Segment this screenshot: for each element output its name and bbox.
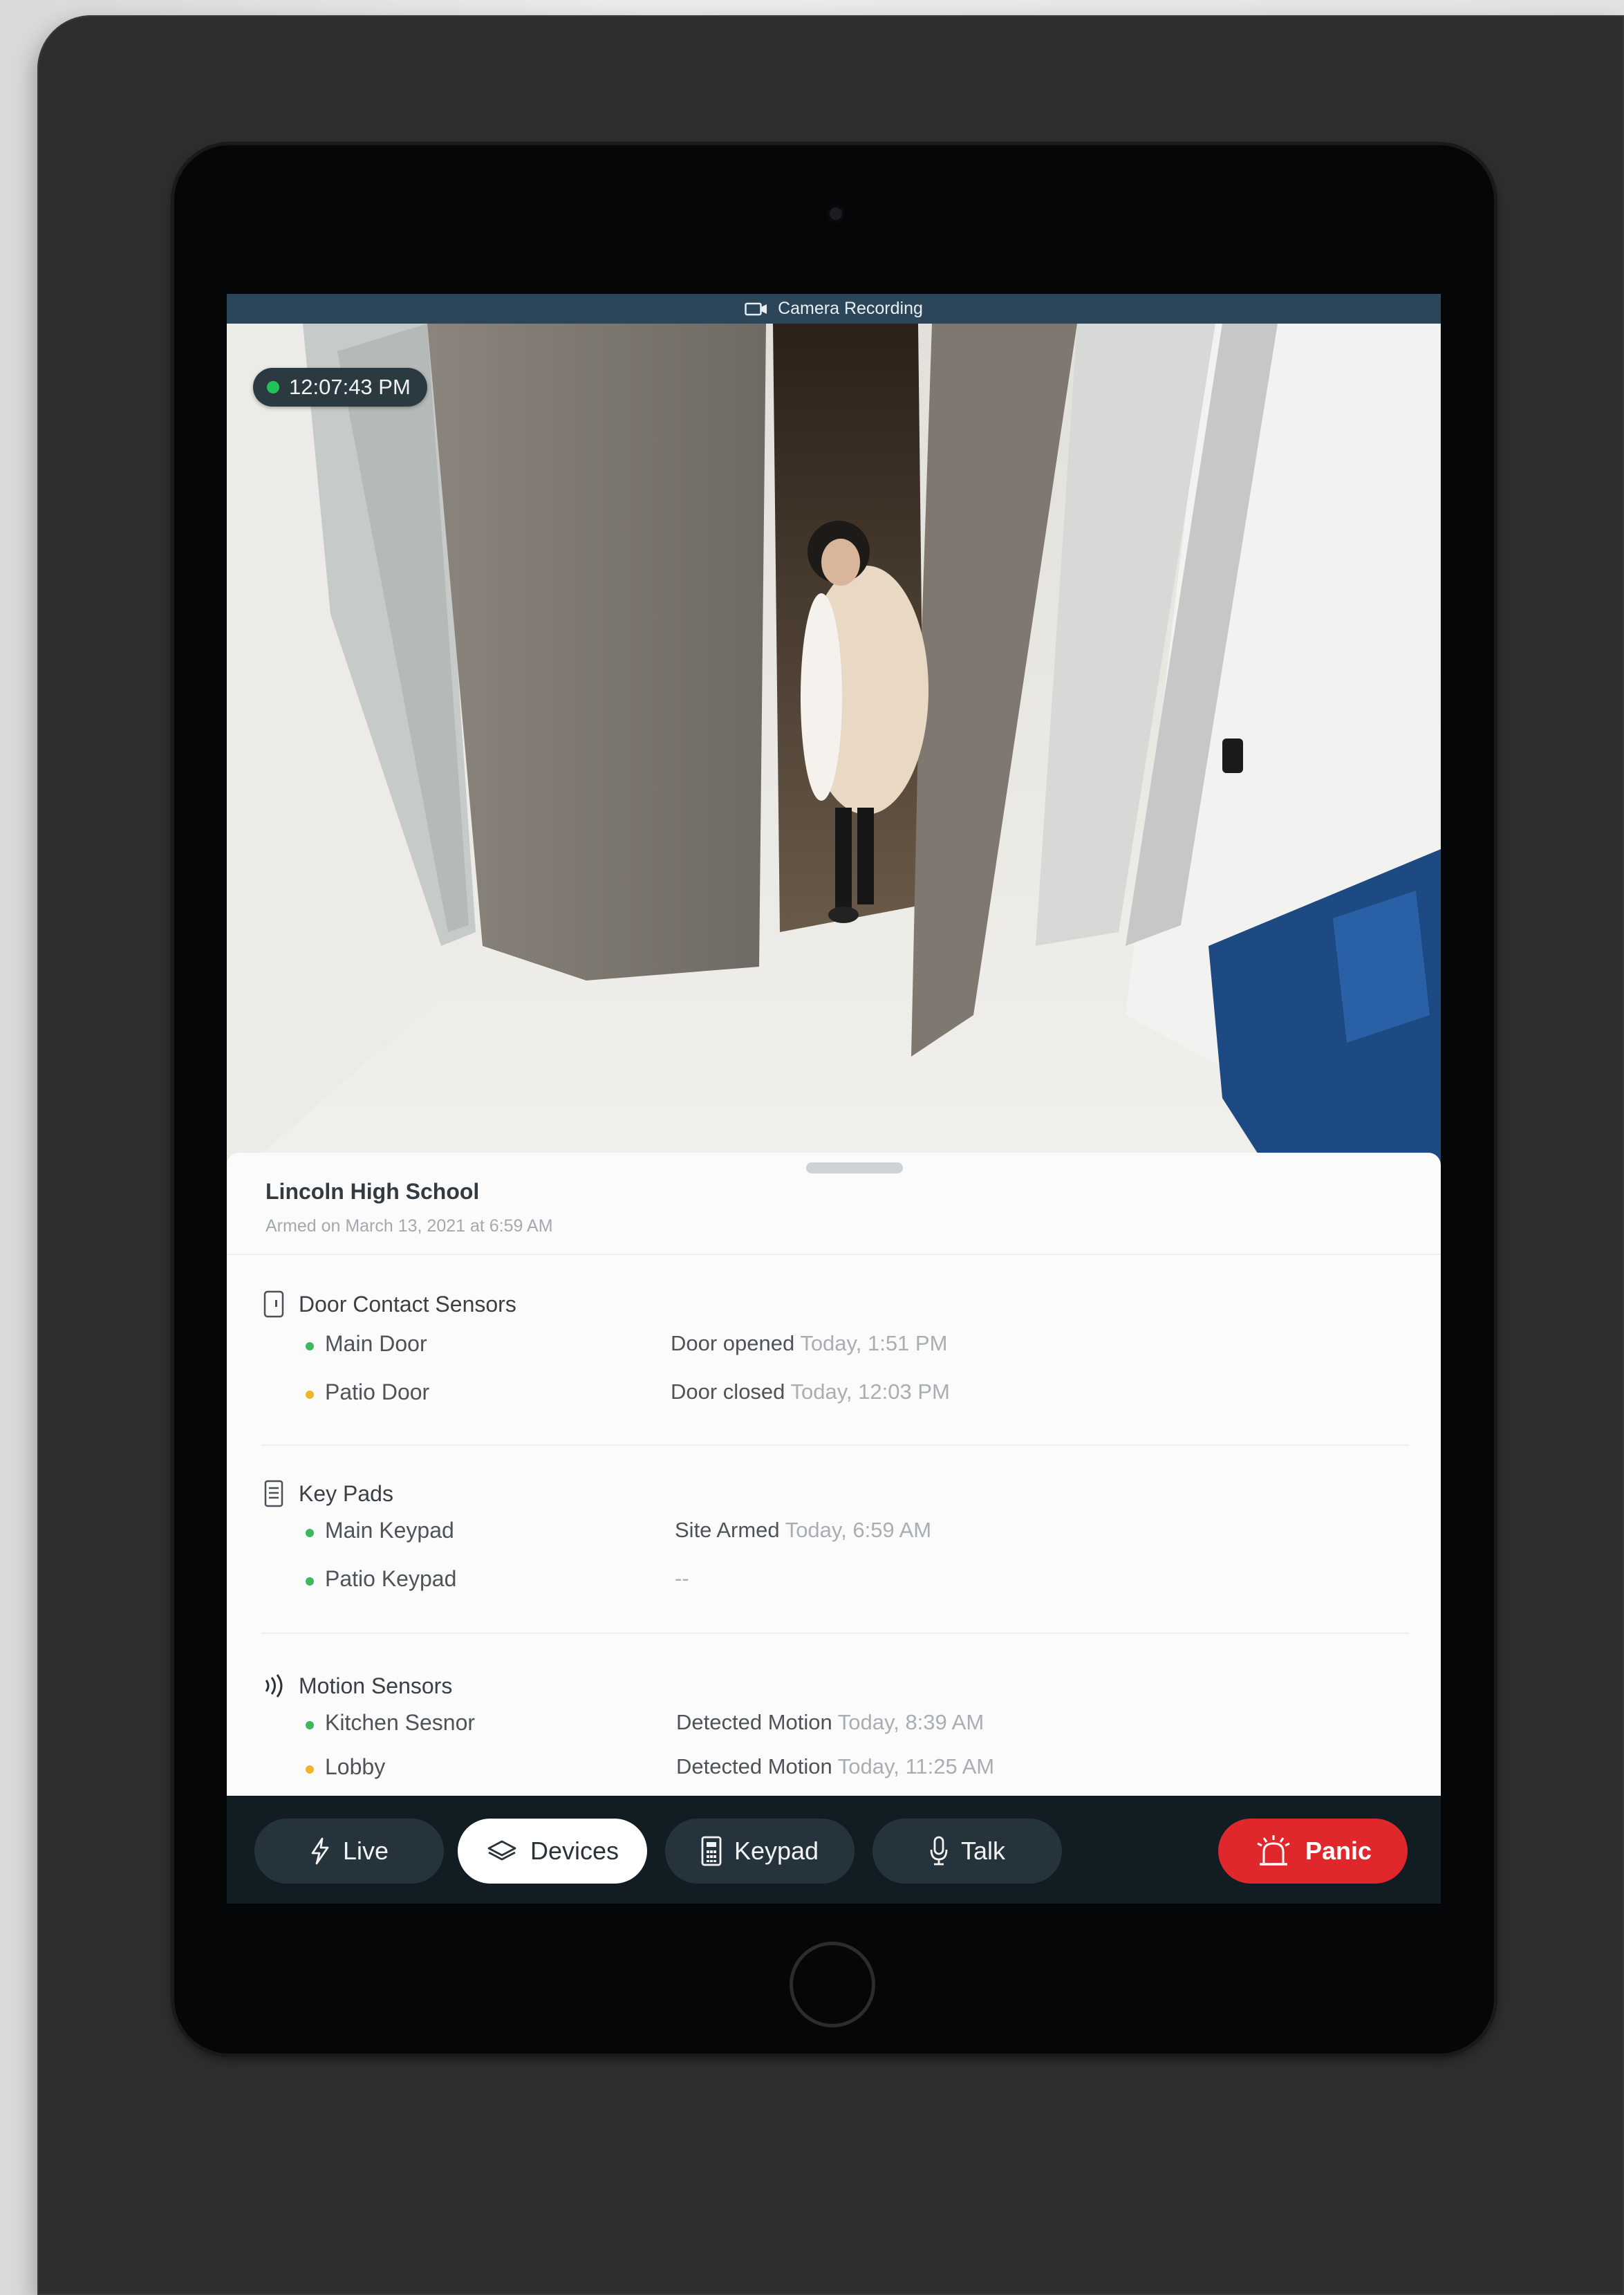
device-status: -- [675, 1566, 689, 1590]
site-armed-status: Armed on March 13, 2021 at 6:59 AM [265, 1216, 553, 1236]
device-name: Main Keypad [325, 1518, 454, 1543]
status-dot [306, 1721, 314, 1729]
app-screen: Camera Recording 12:07:43 PM Lincoln Hig… [227, 294, 1441, 1904]
status-dot [306, 1529, 314, 1537]
device-name: Patio Keypad [325, 1566, 457, 1591]
recording-status-bar: Camera Recording [227, 294, 1441, 324]
device-row[interactable]: Main Keypad Site Armed Today, 6:59 AM [261, 1509, 1409, 1558]
camera-timestamp-badge: 12:07:43 PM [253, 368, 427, 407]
keypad-icon [261, 1480, 286, 1507]
live-label: Live [342, 1837, 389, 1865]
device-status: Door opened Today, 1:51 PM [671, 1331, 948, 1355]
talk-label: Talk [960, 1837, 1006, 1865]
live-button[interactable]: Live [254, 1819, 444, 1884]
divider [227, 1254, 1441, 1255]
home-button[interactable] [790, 1942, 875, 2027]
camera-scene-image [227, 324, 1441, 1184]
sheet-drag-handle[interactable] [806, 1162, 903, 1173]
device-status: Detected Motion Today, 11:25 AM [676, 1754, 995, 1778]
divider [261, 1444, 1409, 1446]
site-name: Lincoln High School [265, 1179, 480, 1204]
device-name: Patio Door [325, 1379, 430, 1404]
devices-label: Devices [530, 1837, 619, 1865]
device-name: Main Door [325, 1331, 427, 1356]
panic-label: Panic [1305, 1837, 1372, 1865]
live-camera-feed[interactable]: 12:07:43 PM [227, 324, 1441, 1184]
status-dot [306, 1577, 314, 1586]
keypad-label: Keypad [734, 1837, 819, 1865]
device-name: Lobby [325, 1754, 386, 1779]
devices-sheet: Lincoln High School Armed on March 13, 2… [227, 1153, 1441, 1796]
keypad-icon [701, 1836, 722, 1866]
live-indicator-dot [267, 381, 279, 393]
section-key-pads: Key Pads Main Keypad Site Armed Today, 6… [261, 1478, 1409, 1606]
section-door-contact-sensors: Door Contact Sensors Main Door Door open… [261, 1288, 1409, 1420]
devices-layers-icon [486, 1839, 518, 1864]
devices-button[interactable]: Devices [458, 1819, 647, 1884]
device-status: Site Armed Today, 6:59 AM [675, 1518, 932, 1542]
section-title: Motion Sensors [299, 1673, 453, 1698]
device-row[interactable]: Kitchen Sesnor Detected Motion Today, 8:… [261, 1702, 1409, 1746]
status-dot [306, 1342, 314, 1350]
door-sensor-icon [261, 1290, 286, 1318]
device-row[interactable]: Main Door Door opened Today, 1:51 PM [261, 1323, 1409, 1371]
device-status: Door closed Today, 12:03 PM [671, 1379, 950, 1404]
video-camera-icon [745, 301, 768, 317]
device-row[interactable]: Lobby Detected Motion Today, 11:25 AM [261, 1746, 1409, 1794]
keypad-button[interactable]: Keypad [665, 1819, 855, 1884]
section-motion-sensors: Motion Sensors Kitchen Sesnor Detected M… [261, 1670, 1409, 1794]
device-row[interactable]: Patio Door Door closed Today, 12:03 PM [261, 1371, 1409, 1420]
section-title: Key Pads [299, 1480, 393, 1506]
section-title: Door Contact Sensors [299, 1291, 516, 1317]
recording-label: Camera Recording [778, 299, 923, 318]
lightning-icon [310, 1837, 330, 1865]
front-camera-lens [830, 207, 842, 220]
divider [261, 1633, 1409, 1634]
bottom-toolbar: Live Devices Keypad Talk Panic [227, 1796, 1441, 1904]
device-row[interactable]: Patio Keypad -- [261, 1558, 1409, 1606]
device-name: Kitchen Sesnor [325, 1710, 476, 1735]
alarm-siren-icon [1254, 1834, 1293, 1868]
camera-timestamp: 12:07:43 PM [289, 375, 411, 399]
motion-waves-icon [261, 1672, 286, 1700]
panic-button[interactable]: Panic [1218, 1819, 1408, 1884]
talk-button[interactable]: Talk [872, 1819, 1062, 1884]
status-dot [306, 1765, 314, 1774]
status-dot [306, 1391, 314, 1399]
microphone-icon [929, 1836, 949, 1866]
device-status: Detected Motion Today, 8:39 AM [676, 1710, 984, 1734]
